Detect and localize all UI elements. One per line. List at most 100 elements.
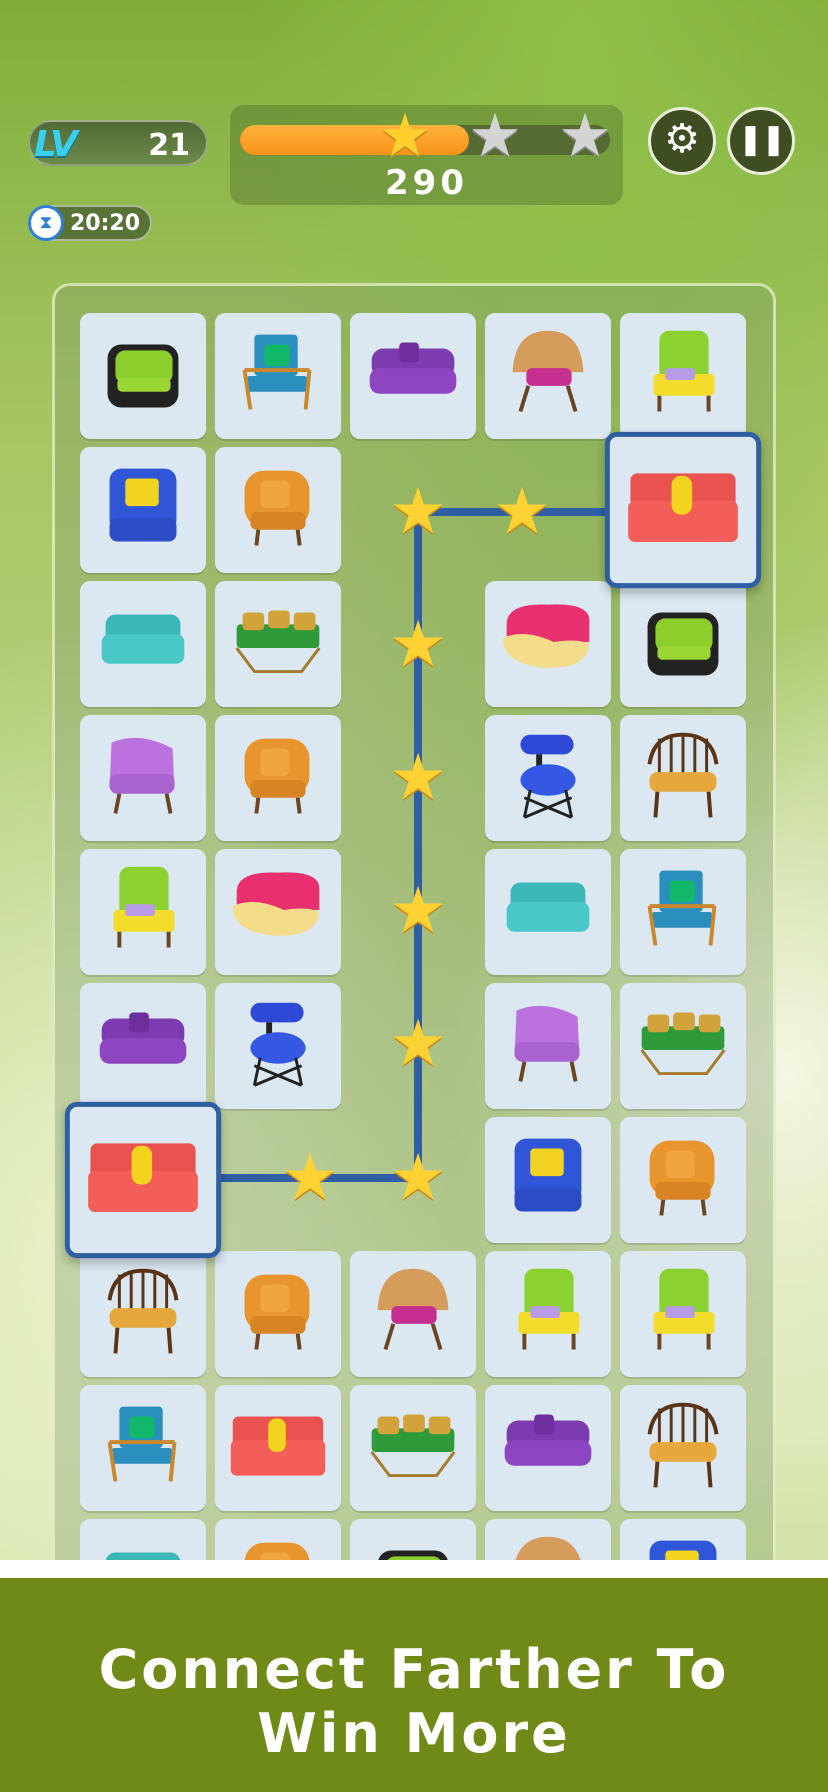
- level-value: 21: [148, 128, 190, 163]
- tile-blue-bar-stool[interactable]: [485, 715, 611, 841]
- tile-blue-swivel-armchair[interactable]: [80, 447, 206, 573]
- tile-lime-wingback-chair[interactable]: [620, 313, 746, 439]
- path-star-icon: ★: [389, 1141, 447, 1215]
- timer-value: 20:20: [70, 211, 141, 236]
- score-panel: ★ ★ ★ 290: [230, 105, 623, 205]
- tile-green-metal-sofa[interactable]: [350, 1385, 476, 1511]
- green-metal-sofa-icon: [235, 610, 321, 674]
- tile-red-armchair[interactable]: [215, 1385, 341, 1511]
- purple-tufted-sofa-icon: [504, 1414, 592, 1466]
- tile-teal-wood-armchair[interactable]: [620, 849, 746, 975]
- lime-wingback-chair-icon: [653, 1268, 715, 1350]
- score-progress-fill: [240, 125, 470, 155]
- teal-wood-armchair-icon: [647, 870, 717, 946]
- tile-lilac-lounge-chair[interactable]: [485, 983, 611, 1109]
- tile-wood-shell-chair[interactable]: [485, 313, 611, 439]
- tile-pink-curved-sofa[interactable]: [485, 581, 611, 707]
- wood-frame-chair-icon: [107, 1268, 179, 1354]
- lilac-lounge-chair-icon: [109, 737, 175, 814]
- lime-wingback-chair-icon: [653, 330, 715, 412]
- lilac-lounge-chair-icon: [514, 1005, 580, 1082]
- red-armchair-icon: [88, 1143, 198, 1213]
- orange-armchair-icon: [244, 1274, 310, 1350]
- tile-purple-tufted-sofa[interactable]: [485, 1385, 611, 1511]
- level-indicator: LV 21: [28, 120, 208, 166]
- tile-lime-wingback-chair[interactable]: [620, 1251, 746, 1377]
- blue-bar-stool-icon: [520, 734, 576, 819]
- progress-star-2-icon: ★: [468, 101, 522, 171]
- orange-armchair-icon: [649, 1140, 715, 1216]
- path-star-icon: ★: [389, 874, 447, 948]
- banner-line-2: Win More: [257, 1702, 571, 1765]
- tile-purple-tufted-sofa[interactable]: [350, 313, 476, 439]
- orange-armchair-icon: [244, 470, 310, 546]
- gear-icon: ⚙: [664, 116, 700, 162]
- tile-orange-armchair[interactable]: [215, 1251, 341, 1377]
- lime-wingback-chair-icon: [113, 866, 175, 948]
- pause-icon: ❚❚: [737, 122, 786, 157]
- pink-curved-sofa-icon: [232, 872, 320, 936]
- purple-tufted-sofa-icon: [369, 342, 457, 394]
- orange-armchair-icon: [244, 738, 310, 814]
- red-armchair-icon: [230, 1416, 326, 1476]
- teal-armchair-icon: [101, 614, 185, 664]
- timer: ⧗ 20:20: [28, 205, 152, 241]
- tile-purple-tufted-sofa[interactable]: [80, 983, 206, 1109]
- tile-wood-frame-chair[interactable]: [80, 1251, 206, 1377]
- banner-line-1: Connect Farther To: [98, 1638, 730, 1701]
- green-black-armchair-icon: [107, 344, 179, 408]
- purple-tufted-sofa-icon: [99, 1012, 187, 1064]
- pause-button[interactable]: ❚❚: [727, 107, 795, 175]
- progress-star-1-icon: ★: [378, 101, 432, 171]
- tile-wood-shell-chair[interactable]: [350, 1251, 476, 1377]
- lime-wingback-chair-icon: [518, 1268, 580, 1350]
- tile-red-armchair[interactable]: [64, 1101, 222, 1259]
- tile-blue-bar-stool[interactable]: [215, 983, 341, 1109]
- tile-red-armchair[interactable]: [604, 431, 762, 589]
- level-label: LV: [34, 124, 78, 165]
- wood-shell-chair-icon: [377, 1268, 449, 1351]
- path-star-icon: ★: [493, 475, 551, 549]
- tile-teal-wood-armchair[interactable]: [215, 313, 341, 439]
- tile-green-metal-sofa[interactable]: [215, 581, 341, 707]
- tile-lime-wingback-chair[interactable]: [80, 849, 206, 975]
- tile-green-black-armchair[interactable]: [80, 313, 206, 439]
- score-value: 290: [385, 163, 468, 203]
- teal-wood-armchair-icon: [107, 1406, 177, 1482]
- green-metal-sofa-icon: [370, 1414, 456, 1478]
- green-metal-sofa-icon: [640, 1012, 726, 1076]
- path-star-icon: ★: [389, 741, 447, 815]
- tile-wood-frame-chair[interactable]: [620, 715, 746, 841]
- tile-lilac-lounge-chair[interactable]: [80, 715, 206, 841]
- teal-wood-armchair-icon: [242, 334, 312, 410]
- tile-pink-curved-sofa[interactable]: [215, 849, 341, 975]
- tile-blue-swivel-armchair[interactable]: [485, 1117, 611, 1243]
- wood-frame-chair-icon: [647, 732, 719, 818]
- tile-wood-frame-chair[interactable]: [620, 1385, 746, 1511]
- tile-orange-armchair[interactable]: [215, 715, 341, 841]
- hourglass-icon: ⧗: [28, 205, 64, 241]
- blue-bar-stool-icon: [250, 1002, 306, 1087]
- tile-teal-armchair[interactable]: [80, 581, 206, 707]
- tile-green-black-armchair[interactable]: [620, 581, 746, 707]
- tile-teal-armchair[interactable]: [485, 849, 611, 975]
- progress-star-3-icon: ★: [558, 101, 612, 171]
- pink-curved-sofa-icon: [502, 604, 590, 668]
- path-star-icon: ★: [281, 1141, 339, 1215]
- wood-frame-chair-icon: [647, 1402, 719, 1488]
- blue-swivel-armchair-icon: [514, 1138, 582, 1212]
- settings-button[interactable]: ⚙: [648, 107, 716, 175]
- path-star-icon: ★: [389, 475, 447, 549]
- green-black-armchair-icon: [647, 612, 719, 676]
- tile-teal-wood-armchair[interactable]: [80, 1385, 206, 1511]
- tile-orange-armchair[interactable]: [620, 1117, 746, 1243]
- tile-lime-wingback-chair[interactable]: [485, 1251, 611, 1377]
- path-star-icon: ★: [389, 608, 447, 682]
- red-armchair-icon: [628, 473, 738, 543]
- tile-green-metal-sofa[interactable]: [620, 983, 746, 1109]
- blue-swivel-armchair-icon: [109, 468, 177, 542]
- path-star-icon: ★: [389, 1007, 447, 1081]
- promo-banner: Connect Farther To Win More: [0, 1560, 828, 1792]
- wood-shell-chair-icon: [512, 330, 584, 413]
- tile-orange-armchair[interactable]: [215, 447, 341, 573]
